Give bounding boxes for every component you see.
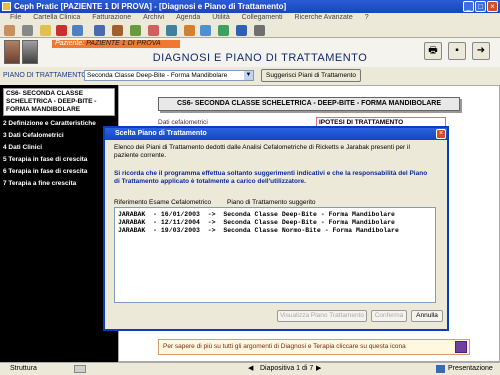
status-right[interactable]: Presentazione xyxy=(448,363,493,375)
patient-xray[interactable] xyxy=(22,40,38,64)
info-strip-text: Per sapere di più su tutti gli argomenti… xyxy=(163,343,406,350)
choose-plan-dialog: Scelta Piano di Trattamento × Elenco dei… xyxy=(103,126,449,331)
dialog-warning: Si ricorda che il programma effettua sol… xyxy=(114,170,428,185)
structure-icon[interactable] xyxy=(74,365,86,373)
document-icon[interactable] xyxy=(130,25,141,36)
settings-icon[interactable] xyxy=(254,25,265,36)
menu-agenda[interactable]: Agenda xyxy=(176,14,200,21)
save-button[interactable]: ▪ xyxy=(448,42,466,60)
menu-collegamenti[interactable]: Collegamenti xyxy=(242,14,283,21)
maximize-button[interactable]: □ xyxy=(475,1,486,12)
patient-band: Paziente: PAZIENTE 1 DI PROVA xyxy=(52,40,180,48)
show-plan-button[interactable]: Visualizza Piano Trattamento xyxy=(277,310,367,322)
image-icon[interactable] xyxy=(218,25,229,36)
piano-select-value: Seconda Classe Deep-Bite - Forma Mandibo… xyxy=(87,72,228,79)
sidebar-item-4[interactable]: 4 Dati Clinici xyxy=(3,144,117,152)
exit-button[interactable]: ➜ xyxy=(472,42,490,60)
patient-name: PAZIENTE 1 DI PROVA xyxy=(86,40,161,47)
xray-icon[interactable] xyxy=(72,25,83,36)
tool-icon[interactable] xyxy=(22,25,33,36)
sidebar-item-3[interactable]: 3 Dati Cefalometrici xyxy=(3,132,117,140)
menu-bar: File Cartella Clinica Fatturazione Archi… xyxy=(0,13,500,23)
sidebar-item-label: CS6- SECONDA CLASSE SCHELETRICA - DEEP-B… xyxy=(6,90,97,113)
menu-cartella-clinica[interactable]: Cartella Clinica xyxy=(33,14,80,21)
email-icon[interactable] xyxy=(166,25,177,36)
window-title: Ceph Pratic [PAZIENTE 1 DI PROVA] - [Dia… xyxy=(14,2,287,11)
list-item[interactable]: JARABAK - 16/01/2003 -> Seconda Classe D… xyxy=(118,211,395,218)
status-left: Struttura xyxy=(10,365,37,372)
piano-label: PIANO DI TRATTAMENTO: xyxy=(3,72,89,79)
minimize-button[interactable]: _ xyxy=(463,1,474,12)
header: Paziente: PAZIENTE 1 DI PROVA DIAGNOSI E… xyxy=(0,38,500,67)
list-item[interactable]: JARABAK - 19/03/2003 -> Seconda Classe N… xyxy=(118,227,399,234)
list-item[interactable]: JARABAK - 12/11/2004 -> Seconda Classe D… xyxy=(118,219,395,226)
sidebar-item-2[interactable]: 2 Definizione e Caratteristiche xyxy=(3,120,117,128)
main-title: CS6- SECONDA CLASSE SCHELETRICA - DEEP-B… xyxy=(158,97,460,111)
sidebar-item-7[interactable]: 7 Terapia a fine crescita xyxy=(3,180,117,188)
toolbar xyxy=(0,23,500,38)
col-header-ref: Riferimento Esame Cefalometrico xyxy=(114,199,212,206)
tooth-icon[interactable] xyxy=(56,25,67,36)
piano-select[interactable]: Seconda Classe Deep-Bite - Forma Mandibo… xyxy=(84,70,254,81)
patient-label: Paziente xyxy=(55,40,83,47)
info-icon[interactable] xyxy=(455,341,467,353)
cancel-button[interactable]: Annulla xyxy=(411,310,443,322)
print-button[interactable]: 🖶 xyxy=(424,42,442,60)
menu-fatturazione[interactable]: Fatturazione xyxy=(92,14,131,21)
patient-icon[interactable] xyxy=(4,25,15,36)
sidebar-item-1[interactable]: CS6- SECONDA CLASSE SCHELETRICA - DEEP-B… xyxy=(3,88,115,116)
menu-utilita[interactable]: Utilità xyxy=(212,14,230,21)
face-icon[interactable] xyxy=(40,25,51,36)
menu-help[interactable]: ? xyxy=(365,14,369,21)
prev-slide-icon[interactable]: ◀ xyxy=(248,363,253,375)
info-strip: Per sapere di più su tutti gli argomenti… xyxy=(158,339,470,355)
dialog-intro: Elenco dei Piani di Trattamento dedotti … xyxy=(114,144,410,159)
col-header-plan: Piano di Trattamento suggerito xyxy=(227,199,316,206)
suggest-plans-button[interactable]: Suggerisci Piani di Trattamento xyxy=(261,69,361,82)
print-icon[interactable] xyxy=(236,25,247,36)
plans-list[interactable]: JARABAK - 16/01/2003 -> Seconda Classe D… xyxy=(114,207,436,303)
menu-archivi[interactable]: Archivi xyxy=(143,14,164,21)
sidebar-item-5[interactable]: 5 Terapia in fase di crescita xyxy=(3,156,117,164)
app-icon xyxy=(2,2,11,11)
chevron-down-icon[interactable]: ▼ xyxy=(244,71,253,80)
piano-row: PIANO DI TRATTAMENTO: Seconda Classe Dee… xyxy=(0,67,500,85)
chart-icon[interactable] xyxy=(94,25,105,36)
calendar-icon[interactable] xyxy=(112,25,123,36)
page-title: DIAGNOSI E PIANO DI TRATTAMENTO xyxy=(152,52,368,64)
sidebar-item-6[interactable]: 6 Terapia in fase di crescita xyxy=(3,168,117,176)
close-icon[interactable]: × xyxy=(436,129,446,139)
patient-photo-front[interactable] xyxy=(4,40,20,64)
presentation-icon[interactable] xyxy=(436,365,445,373)
menu-file[interactable]: File xyxy=(10,14,21,21)
confirm-button[interactable]: Conferma xyxy=(371,310,407,322)
dental-icon[interactable] xyxy=(148,25,159,36)
dialog-title: Scelta Piano di Trattamento xyxy=(105,128,447,140)
close-window-button[interactable]: × xyxy=(487,1,498,12)
menu-ricerche-avanzate[interactable]: Ricerche Avanzate xyxy=(294,14,352,21)
status-bar: Struttura ◀ Diapositiva 1 di 7 ▶ Present… xyxy=(0,362,500,375)
sidebar: CS6- SECONDA CLASSE SCHELETRICA - DEEP-B… xyxy=(0,85,118,362)
money-icon[interactable] xyxy=(184,25,195,36)
next-slide-icon[interactable]: ▶ xyxy=(316,363,321,375)
link-icon[interactable] xyxy=(200,25,211,36)
slide-counter: Diapositiva 1 di 7 xyxy=(260,365,314,372)
title-bar: Ceph Pratic [PAZIENTE 1 DI PROVA] - [Dia… xyxy=(0,0,500,13)
